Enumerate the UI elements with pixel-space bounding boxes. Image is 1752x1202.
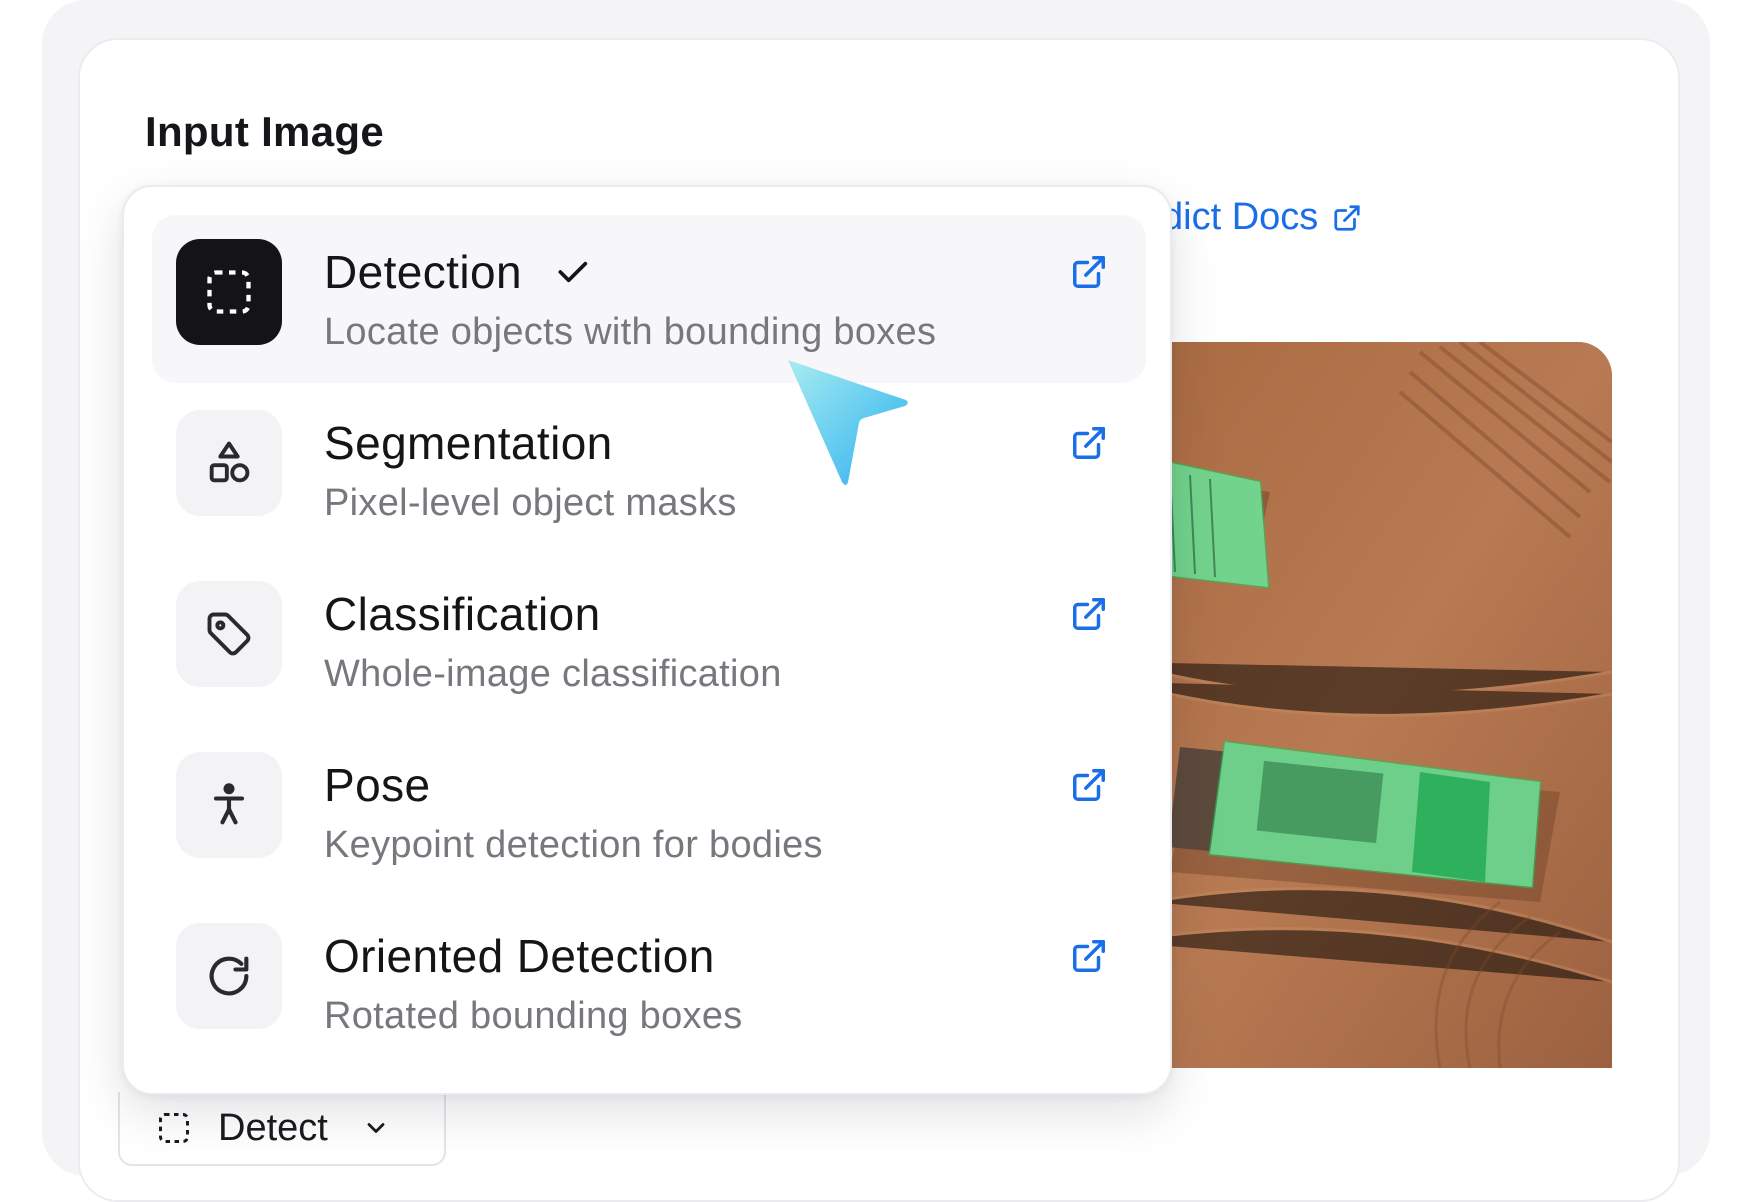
aerial-trucks-image [1120, 342, 1612, 1068]
menu-item-title: Oriented Detection [324, 929, 715, 983]
menu-item-title-text: Pose [324, 759, 431, 811]
person-icon [213, 783, 245, 825]
menu-item-title: Detection [324, 245, 592, 299]
menu-item-description: Pixel-level object masks [324, 482, 737, 524]
menu-item-segmentation[interactable]: Segmentation Pixel-level object masks [152, 386, 1146, 554]
predict-docs-link[interactable]: dict Docs [1162, 196, 1362, 239]
icon-tile [176, 410, 282, 516]
external-link-icon[interactable] [1070, 766, 1108, 804]
menu-item-title-text: Segmentation [324, 417, 613, 469]
menu-item-oriented-detection[interactable]: Oriented Detection Rotated bounding boxe… [152, 899, 1146, 1067]
icon-tile [176, 752, 282, 858]
menu-item-classification[interactable]: Classification Whole-image classificatio… [152, 557, 1146, 725]
menu-item-title-text: Classification [324, 588, 601, 640]
input-image-preview [1120, 342, 1612, 1068]
task-dropdown-menu: Detection Locate objects with bounding b… [122, 185, 1172, 1095]
menu-item-description: Locate objects with bounding boxes [324, 311, 937, 353]
menu-item-detection[interactable]: Detection Locate objects with bounding b… [152, 215, 1146, 383]
menu-item-title: Classification [324, 587, 601, 641]
dashed-square-icon [159, 1113, 189, 1143]
menu-item-title-text: Oriented Detection [324, 930, 715, 982]
check-icon [558, 261, 588, 283]
external-link-icon[interactable] [1070, 253, 1108, 291]
external-link-icon[interactable] [1070, 937, 1108, 975]
model-select-label: Detect [218, 1106, 328, 1149]
external-link-icon [1334, 204, 1360, 231]
docs-link-label: dict Docs [1162, 196, 1319, 238]
menu-item-description: Rotated bounding boxes [324, 995, 743, 1037]
shapes-icon [209, 441, 250, 483]
section-title: Input Image [145, 108, 384, 155]
menu-item-title-text: Detection [324, 246, 522, 298]
icon-tile [176, 239, 282, 345]
rotate-icon [209, 956, 249, 996]
tag-icon [207, 612, 251, 656]
menu-item-title: Segmentation [324, 416, 613, 470]
icon-tile [176, 923, 282, 1029]
menu-item-pose[interactable]: Pose Keypoint detection for bodies [152, 728, 1146, 896]
icon-tile [176, 581, 282, 687]
menu-item-title: Pose [324, 758, 430, 812]
menu-item-description: Whole-image classification [324, 653, 782, 695]
dashed-square-icon [207, 270, 251, 314]
external-link-icon[interactable] [1070, 424, 1108, 462]
external-link-icon[interactable] [1070, 595, 1108, 633]
menu-item-description: Keypoint detection for bodies [324, 824, 823, 866]
model-select[interactable]: Detect [118, 1092, 446, 1166]
chevron-down-icon [367, 1123, 385, 1133]
